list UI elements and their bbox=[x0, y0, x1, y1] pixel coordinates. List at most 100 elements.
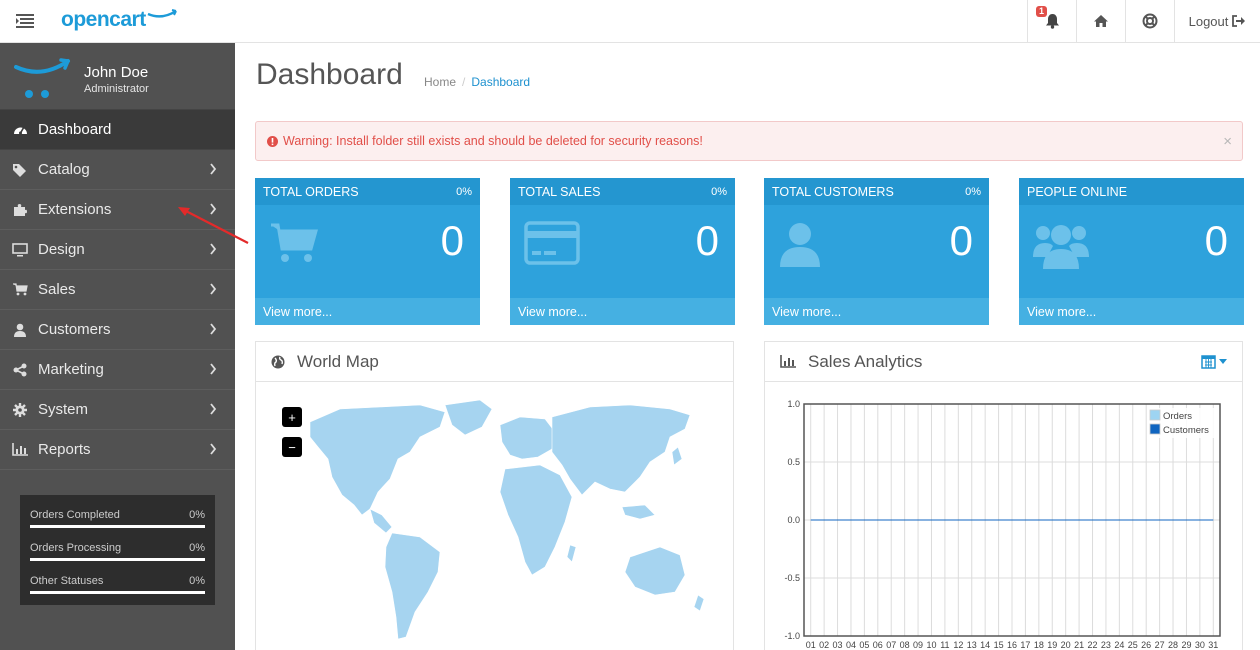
tile-percent: 0% bbox=[965, 185, 981, 198]
tile-total-customers: TOTAL CUSTOMERS 0% 0 View more... bbox=[764, 178, 989, 325]
x-tick-label: 15 bbox=[994, 640, 1004, 650]
bar-chart-icon bbox=[12, 443, 28, 456]
x-tick-label: 01 bbox=[806, 640, 816, 650]
opencart-logo[interactable]: opencart bbox=[61, 8, 178, 34]
x-tick-label: 18 bbox=[1034, 640, 1044, 650]
x-tick-label: 25 bbox=[1128, 640, 1138, 650]
tile-value: 0 bbox=[949, 217, 973, 264]
logo-cart-icon bbox=[147, 9, 177, 18]
notification-badge: 1 bbox=[1036, 6, 1048, 17]
x-tick-label: 14 bbox=[980, 640, 990, 650]
monitor-icon bbox=[12, 242, 28, 256]
user-role: Administrator bbox=[84, 83, 149, 95]
x-tick-label: 08 bbox=[900, 640, 910, 650]
sales-line-chart: 1.0 0.5 0.0 -0.5 -1.0 01 02 03 04 05 06 07 08 09 10 11 1… bbox=[784, 399, 1221, 650]
x-tick-label: 10 bbox=[926, 640, 936, 650]
x-tick-label: 07 bbox=[886, 640, 896, 650]
x-tick-label: 11 bbox=[940, 640, 949, 650]
alert-text: Warning: Install folder still exists and… bbox=[283, 134, 703, 148]
sidebar-item-label: Design bbox=[38, 241, 85, 258]
tile-percent: 0% bbox=[456, 185, 472, 198]
notifications-button[interactable]: 1 bbox=[1027, 0, 1076, 42]
view-more-link[interactable]: View more... bbox=[1019, 298, 1244, 325]
calendar-icon bbox=[1201, 355, 1216, 369]
logout-label: Logout bbox=[1188, 13, 1229, 29]
tile-percent: 0% bbox=[711, 185, 727, 198]
cart-icon bbox=[12, 283, 28, 296]
tile-title: PEOPLE ONLINE bbox=[1027, 184, 1128, 199]
progress-bar bbox=[30, 558, 205, 561]
sales-analytics-panel: Sales Analytics 1.0 0.5 0.0 -0.5 -1.0 01 02 03 0… bbox=[764, 341, 1243, 650]
sidebar-item-catalog[interactable]: Catalog bbox=[0, 150, 235, 190]
sidebar-item-sales[interactable]: Sales bbox=[0, 270, 235, 310]
tile-title: TOTAL SALES bbox=[518, 184, 601, 199]
world-map[interactable] bbox=[270, 397, 720, 650]
order-stats-box: Orders Completed 0% Orders Processing 0%… bbox=[20, 495, 215, 605]
x-tick-label: 28 bbox=[1168, 640, 1178, 650]
panel-header: World Map bbox=[256, 342, 733, 382]
bell-icon bbox=[1045, 14, 1059, 29]
view-more-link[interactable]: View more... bbox=[764, 298, 989, 325]
user-icon bbox=[780, 223, 820, 267]
x-tick-label: 23 bbox=[1101, 640, 1111, 650]
sidebar-item-marketing[interactable]: Marketing bbox=[0, 350, 235, 390]
tile-total-orders: TOTAL ORDERS 0% 0 View more... bbox=[255, 178, 480, 325]
sidebar-item-label: Extensions bbox=[38, 201, 112, 218]
chevron-right-icon bbox=[210, 363, 217, 375]
x-tick-label: 22 bbox=[1088, 640, 1098, 650]
sidebar-item-reports[interactable]: Reports bbox=[0, 430, 235, 470]
view-more-link[interactable]: View more... bbox=[255, 298, 480, 325]
sidebar-item-label: Sales bbox=[38, 281, 76, 298]
date-range-dropdown[interactable] bbox=[1201, 354, 1227, 369]
chevron-right-icon bbox=[210, 403, 217, 415]
x-tick-label: 06 bbox=[873, 640, 883, 650]
menu-toggle-button[interactable] bbox=[0, 0, 50, 42]
life-ring-icon bbox=[1142, 13, 1158, 29]
home-button[interactable] bbox=[1076, 0, 1125, 42]
x-tick-label: 04 bbox=[846, 640, 856, 650]
x-tick-label: 13 bbox=[967, 640, 977, 650]
panel-header: Sales Analytics bbox=[765, 342, 1242, 382]
help-button[interactable] bbox=[1125, 0, 1174, 42]
x-tick-label: 29 bbox=[1181, 640, 1191, 650]
sidebar-item-dashboard[interactable]: Dashboard bbox=[0, 110, 235, 150]
tile-title: TOTAL CUSTOMERS bbox=[772, 184, 894, 199]
sidebar-item-label: Marketing bbox=[38, 361, 104, 378]
top-header: opencart 1 Logout bbox=[0, 0, 1260, 43]
alert-close-button[interactable]: × bbox=[1223, 133, 1232, 150]
sidebar-item-label: Dashboard bbox=[38, 121, 112, 138]
view-more-link[interactable]: View more... bbox=[510, 298, 735, 325]
sidebar-item-customers[interactable]: Customers bbox=[0, 310, 235, 350]
chevron-right-icon bbox=[210, 443, 217, 455]
tile-title: TOTAL ORDERS bbox=[263, 184, 359, 199]
x-tick-label: 02 bbox=[819, 640, 829, 650]
x-tick-label: 19 bbox=[1047, 640, 1057, 650]
user-profile[interactable]: John Doe Administrator bbox=[0, 43, 235, 110]
world-map-panel: World Map + − bbox=[255, 341, 734, 650]
profile-cart-logo-icon bbox=[14, 58, 70, 98]
y-tick-label: 0.0 bbox=[787, 515, 800, 525]
share-icon bbox=[13, 363, 27, 376]
logout-button[interactable]: Logout bbox=[1174, 0, 1260, 42]
x-tick-label: 26 bbox=[1141, 640, 1151, 650]
page-title: Dashboard bbox=[256, 58, 403, 91]
dashboard-icon bbox=[13, 126, 27, 135]
legend-label: Customers bbox=[1163, 425, 1209, 436]
sidebar-item-label: Catalog bbox=[38, 161, 90, 178]
sidebar-item-label: System bbox=[38, 401, 89, 418]
sidebar-item-system[interactable]: System bbox=[0, 390, 235, 430]
breadcrumb-home[interactable]: Home bbox=[424, 75, 456, 89]
x-tick-label: 05 bbox=[859, 640, 869, 650]
tile-total-sales: TOTAL SALES 0% 0 View more... bbox=[510, 178, 735, 325]
bar-chart-icon bbox=[780, 355, 796, 368]
y-tick-label: 0.5 bbox=[787, 457, 800, 467]
x-tick-label: 16 bbox=[1007, 640, 1017, 650]
x-tick-label: 17 bbox=[1020, 640, 1030, 650]
x-tick-label: 27 bbox=[1155, 640, 1165, 650]
stat-orders-completed: Orders Completed 0% bbox=[30, 503, 205, 536]
progress-bar bbox=[30, 525, 205, 528]
breadcrumb-dashboard[interactable]: Dashboard bbox=[471, 75, 530, 89]
caret-down-icon bbox=[1219, 359, 1227, 364]
hamburger-icon bbox=[16, 14, 34, 28]
user-name: John Doe bbox=[84, 64, 149, 81]
